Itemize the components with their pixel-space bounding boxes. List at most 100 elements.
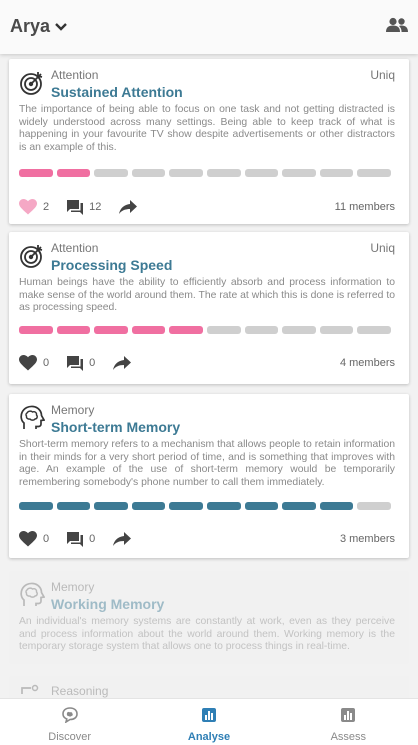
progress-segment-empty xyxy=(319,326,354,334)
card-category: Memory xyxy=(51,580,95,594)
progress-segment-empty xyxy=(357,326,391,334)
heart-icon xyxy=(19,199,37,215)
nav-item-assess[interactable]: Assess xyxy=(279,699,418,745)
user-switcher[interactable]: Arya xyxy=(10,16,68,37)
comment-icon xyxy=(67,199,84,215)
progress-bar xyxy=(19,326,391,334)
comment-count: 0 xyxy=(89,357,96,369)
share-button[interactable] xyxy=(113,532,132,546)
progress-segment-empty xyxy=(131,169,166,177)
progress-segment-empty xyxy=(282,326,316,334)
progress-segment-filled xyxy=(94,326,128,334)
nav-label: Discover xyxy=(48,731,92,743)
progress-segment-empty xyxy=(244,326,279,334)
progress-segment-filled xyxy=(282,502,316,510)
share-icon xyxy=(113,532,132,546)
comment-count: 12 xyxy=(89,201,102,213)
nav-label: Assess xyxy=(330,731,367,743)
skill-card-working-memory[interactable]: Memory Working Memory An individual's me… xyxy=(9,571,409,664)
progress-segment-empty xyxy=(357,502,391,510)
analyse-icon xyxy=(201,707,217,728)
progress-segment-empty xyxy=(94,169,128,177)
heart-icon xyxy=(19,355,37,371)
share-button[interactable] xyxy=(119,200,138,214)
progress-segment-empty xyxy=(206,169,241,177)
app-header: Arya xyxy=(0,0,418,54)
assess-icon xyxy=(340,707,356,728)
card-title[interactable]: Short-term Memory xyxy=(51,419,180,435)
progress-segment-filled xyxy=(319,502,354,510)
card-tag: Uniq xyxy=(370,241,395,255)
card-actions: 0 0 3 members xyxy=(19,529,395,549)
like-button[interactable]: 0 xyxy=(19,355,49,371)
share-button[interactable] xyxy=(113,356,132,370)
like-button[interactable]: 2 xyxy=(19,199,49,215)
progress-segment-filled xyxy=(169,326,203,334)
member-count: 3 members xyxy=(339,533,395,545)
card-description: An individual's memory systems are const… xyxy=(19,616,395,653)
progress-segment-filled xyxy=(206,502,241,510)
card-actions: 0 0 4 members xyxy=(19,353,395,373)
group-icon[interactable] xyxy=(386,17,408,38)
skill-card-reasoning[interactable]: Reasoning xyxy=(9,676,409,698)
card-tag: Uniq xyxy=(370,68,395,82)
like-count: 0 xyxy=(43,357,50,369)
progress-segment-empty xyxy=(319,169,354,177)
progress-bar xyxy=(19,502,391,510)
share-icon xyxy=(113,356,132,370)
target-icon xyxy=(19,243,45,269)
card-category: Attention xyxy=(51,241,99,255)
like-button[interactable]: 0 xyxy=(19,531,49,547)
nav-item-analyse[interactable]: Analyse xyxy=(139,699,278,745)
progress-bar xyxy=(19,169,391,177)
progress-segment-filled xyxy=(244,502,279,510)
comment-button[interactable]: 0 xyxy=(67,355,95,371)
card-title[interactable]: Working Memory xyxy=(51,596,164,612)
skills-feed[interactable]: Attention Uniq Sustained Attention The i… xyxy=(0,54,418,698)
progress-segment-filled xyxy=(169,502,203,510)
progress-segment-empty xyxy=(282,169,316,177)
progress-segment-filled xyxy=(131,326,166,334)
user-name: Arya xyxy=(10,16,51,36)
brain-head-icon xyxy=(19,405,46,431)
comment-count: 0 xyxy=(89,533,96,545)
skill-card-processing-speed[interactable]: Attention Uniq Processing Speed Human be… xyxy=(9,232,409,384)
progress-segment-filled xyxy=(56,502,91,510)
progress-segment-filled xyxy=(19,169,53,177)
progress-segment-empty xyxy=(206,326,241,334)
member-count: 4 members xyxy=(339,357,395,369)
progress-segment-filled xyxy=(56,326,91,334)
card-actions: 2 12 11 members xyxy=(19,197,395,217)
card-description: Human beings have the ability to efficie… xyxy=(19,277,395,314)
card-title[interactable]: Processing Speed xyxy=(51,257,172,273)
card-description: Short-term memory refers to a mechanism … xyxy=(19,439,395,488)
bottom-navigation: Discover Analyse Assess xyxy=(0,698,418,745)
heart-icon xyxy=(19,531,37,547)
card-category: Reasoning xyxy=(51,684,109,698)
card-description: The importance of being able to focus on… xyxy=(19,104,395,153)
progress-segment-empty xyxy=(244,169,279,177)
comment-icon xyxy=(67,531,84,547)
like-count: 0 xyxy=(43,533,50,545)
target-icon xyxy=(19,70,45,96)
discover-icon xyxy=(61,707,78,728)
progress-segment-filled xyxy=(56,169,91,177)
progress-segment-filled xyxy=(19,502,53,510)
member-count: 11 members xyxy=(334,201,395,213)
brain-head-icon xyxy=(19,582,46,608)
chevron-down-icon xyxy=(54,19,68,37)
progress-segment-empty xyxy=(169,169,203,177)
comment-icon xyxy=(67,355,84,371)
progress-segment-filled xyxy=(19,326,53,334)
share-icon xyxy=(119,200,138,214)
comment-button[interactable]: 12 xyxy=(67,199,101,215)
skill-card-short-term-memory[interactable]: Memory Short-term Memory Short-term memo… xyxy=(9,394,409,558)
nav-label: Analyse xyxy=(187,731,231,743)
nav-item-discover[interactable]: Discover xyxy=(0,699,139,745)
skill-card-sustained-attention[interactable]: Attention Uniq Sustained Attention The i… xyxy=(9,59,409,224)
comment-button[interactable]: 0 xyxy=(67,531,95,547)
like-count: 2 xyxy=(43,201,50,213)
card-title[interactable]: Sustained Attention xyxy=(51,84,183,100)
card-category: Attention xyxy=(51,68,99,82)
progress-segment-empty xyxy=(357,169,391,177)
